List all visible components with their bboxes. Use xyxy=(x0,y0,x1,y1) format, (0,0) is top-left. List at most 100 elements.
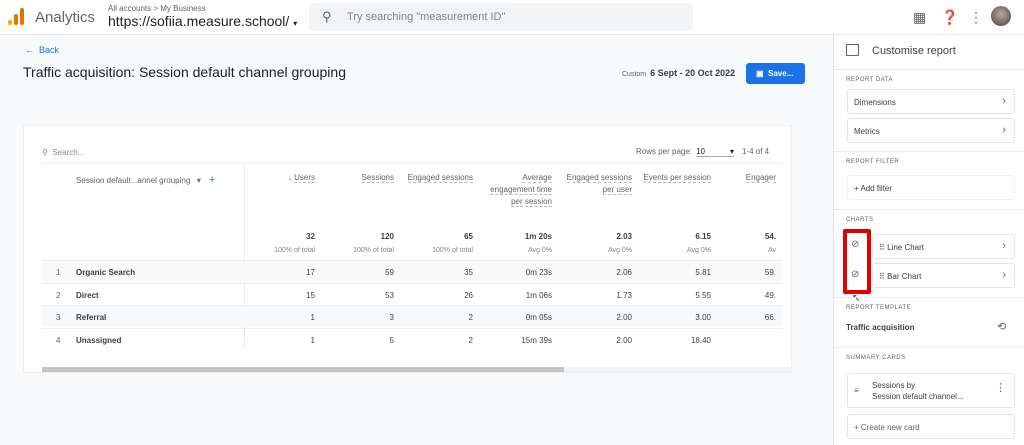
chart-label: Bar Chart xyxy=(887,272,922,281)
cell-value: 59 xyxy=(385,268,394,277)
chevron-right-icon: › xyxy=(1002,95,1006,107)
column-header[interactable]: Engaged sessions per user xyxy=(560,172,632,196)
column-total: 6.15 xyxy=(695,232,711,241)
metrics-item[interactable]: Metrics › xyxy=(847,118,1015,143)
arrow-back-icon: ← xyxy=(25,45,34,55)
column-total: 2.03 xyxy=(616,232,632,241)
chart-item-bar[interactable]: ⠿ Bar Chart › xyxy=(872,263,1015,288)
highlight-annotation xyxy=(843,229,871,294)
breadcrumb[interactable]: All accounts > My Business xyxy=(108,4,206,13)
apps-grid-icon[interactable]: ▦ xyxy=(913,9,926,26)
date-label: Custom xyxy=(622,71,647,78)
column-total-sub: 100% of total xyxy=(274,247,315,254)
page-title: Traffic acquisition: Session default cha… xyxy=(23,64,346,80)
column-total-sub: Avg 0% xyxy=(608,247,632,254)
dropdown-icon: ▾ xyxy=(730,147,735,156)
column-header-label: Average engagement time per session xyxy=(490,173,552,207)
drag-handle-icon[interactable]: ⠿ xyxy=(879,272,885,281)
date-range-picker[interactable]: Custom 6 Sept - 20 Oct 2022 xyxy=(622,68,735,78)
help-icon[interactable]: ❓ xyxy=(941,9,958,26)
cell-value: 15m 39s xyxy=(521,335,552,345)
row-number: 4 xyxy=(56,335,61,345)
cell-value: 2.00 xyxy=(616,313,632,322)
date-range: 6 Sept - 20 Oct 2022 xyxy=(650,68,736,78)
row-number: 3 xyxy=(56,313,61,322)
cell-value: 5.81 xyxy=(695,268,711,277)
cell-value: 0m 05s xyxy=(525,313,552,322)
column-total-sub: Avg 0% xyxy=(687,247,711,254)
section-label: REPORT TEMPLATE xyxy=(846,305,912,311)
column-total: 65 xyxy=(464,232,473,241)
rows-per-page-label: Rows per page: xyxy=(636,147,693,156)
cell-value: 49. xyxy=(764,290,776,300)
template-name: Traffic acquisition xyxy=(846,323,915,332)
column-header[interactable]: ↓ Users xyxy=(243,172,315,184)
rows-per-page-value: 10 xyxy=(696,147,705,156)
horizontal-scrollbar[interactable] xyxy=(42,367,792,372)
cell-value: 2.00 xyxy=(616,335,632,345)
cell-value: 59. xyxy=(764,268,776,277)
column-total: 1m 20s xyxy=(524,232,552,241)
pagination: 1-4 of 4 xyxy=(742,147,770,156)
column-header[interactable]: Events per session xyxy=(639,172,711,184)
chart-item-line[interactable]: ⠿ Line Chart › xyxy=(872,234,1015,259)
more-vert-icon[interactable]: ⋮ xyxy=(969,9,983,26)
cell-value: 15 xyxy=(306,290,315,300)
row-name: Unassigned xyxy=(76,335,122,345)
cell-value: 5.55 xyxy=(695,290,711,300)
property-selector[interactable]: https://sofiia.measure.school/ ▾ xyxy=(108,13,297,29)
card-subtitle: Session default channel... xyxy=(872,392,964,401)
table-row[interactable]: 3 Referral 1 3 2 0m 05s 2.00 3.00 66. xyxy=(42,305,782,327)
dropdown-icon: ▾ xyxy=(196,176,201,185)
table-row[interactable]: 4 Unassigned 1 5 2 15m 39s 2.00 18.40 xyxy=(42,327,782,350)
row-name: Referral xyxy=(76,313,107,322)
divider xyxy=(834,209,1024,210)
more-vert-icon[interactable]: ⋮ xyxy=(995,383,1006,394)
search-icon: ⚲ xyxy=(322,9,332,24)
avatar[interactable] xyxy=(991,6,1011,26)
report-table-card: ⚲ Search... Rows per page: 10 ▾ 1-4 of 4 S… xyxy=(23,125,792,373)
column-header[interactable]: Average engagement time per session xyxy=(480,172,552,208)
search-bar[interactable]: ⚲ Try searching "measurement ID" xyxy=(309,3,693,31)
cell-value: 18.40 xyxy=(690,335,711,345)
cell-value: 1.73 xyxy=(616,290,632,300)
rows-per-page: Rows per page: 10 ▾ xyxy=(636,147,735,157)
cell-value: 3 xyxy=(389,313,394,322)
app-name: Analytics xyxy=(35,9,96,26)
dimension-header[interactable]: Session default...annel grouping ▾ + xyxy=(76,174,215,186)
column-header-label: Engaged sessions per user xyxy=(566,173,632,195)
summary-card-item[interactable]: ≡ Sessions by Session default channel...… xyxy=(847,373,1015,408)
rows-per-page-select[interactable]: 10 ▾ xyxy=(696,147,735,157)
scrollbar-thumb[interactable] xyxy=(42,367,564,372)
column-header-label: Engager xyxy=(745,173,776,183)
add-filter-button[interactable]: + Add filter xyxy=(847,175,1015,200)
cell-value: 1 xyxy=(310,313,315,322)
search-placeholder: Try searching "measurement ID" xyxy=(347,11,506,23)
chevron-right-icon: › xyxy=(1002,240,1006,252)
cell-value: 66. xyxy=(764,313,776,322)
dimensions-item[interactable]: Dimensions › xyxy=(847,89,1015,114)
drag-handle-icon[interactable]: ⠿ xyxy=(879,243,885,252)
column-header-label: Engaged sessions xyxy=(407,173,473,183)
column-header[interactable]: Sessions xyxy=(322,172,394,184)
add-dimension-icon[interactable]: + xyxy=(209,174,215,186)
cell-value: 0m 23s xyxy=(525,268,552,277)
cell-value: 17 xyxy=(306,268,315,277)
cell-value: 5 xyxy=(389,335,394,345)
dimensions-label: Dimensions xyxy=(854,98,896,107)
back-link[interactable]: ← Back xyxy=(25,45,59,55)
change-template-icon[interactable]: ⟲ xyxy=(997,320,1006,333)
column-header[interactable]: Engaged sessions xyxy=(401,172,473,184)
divider xyxy=(834,69,1024,70)
cell-value: 1 xyxy=(310,335,315,345)
save-button[interactable]: ▣ Save... xyxy=(746,63,805,84)
create-card-button[interactable]: + Create new card xyxy=(847,414,1015,439)
table-row[interactable]: 1 Organic Search 17 59 35 0m 23s 2.06 5.81 59. xyxy=(42,260,782,282)
column-header-label: Sessions xyxy=(361,173,394,183)
column-header[interactable]: Engager xyxy=(704,172,776,184)
plus-icon: + xyxy=(854,423,859,432)
table-row[interactable]: 2 Direct 15 53 26 1m 06s 1.73 5.55 49. xyxy=(42,282,782,305)
table-search[interactable]: ⚲ Search... xyxy=(42,148,84,157)
row-number: 2 xyxy=(56,290,61,300)
row-name: Direct xyxy=(76,290,99,300)
